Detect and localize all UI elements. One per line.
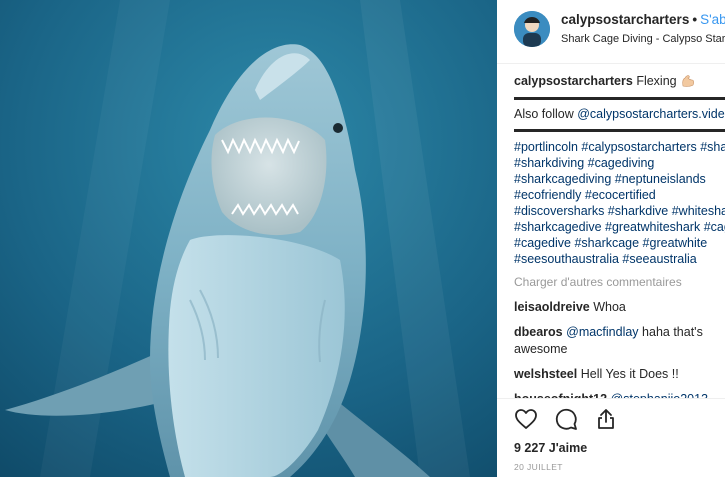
follow-button[interactable]: S'abonner (700, 12, 725, 27)
avatar[interactable] (514, 11, 550, 47)
post-panel: calypsostarcharters•S'abonner Shark Cage… (497, 0, 725, 477)
comment-text: Whoa (593, 300, 626, 314)
comment-item: leisaoldreive Whoa (514, 299, 719, 316)
post-header: calypsostarcharters•S'abonner Shark Cage… (497, 0, 725, 64)
divider-line (514, 129, 725, 132)
caption-username[interactable]: calypsostarcharters (514, 74, 633, 88)
comment-item: welshsteel Hell Yes it Does !! (514, 366, 719, 383)
also-follow-line: Also follow @calypsostarcharters.videos (514, 106, 725, 123)
comment-username[interactable]: leisaoldreive (514, 300, 590, 314)
hashtag-line[interactable]: #seesouthaustralia #seeaustralia (514, 251, 725, 267)
comment-username[interactable]: dbearos (514, 325, 563, 339)
divider-line (514, 97, 725, 100)
hashtag-line[interactable]: #sharkcagedive #greatwhiteshark #cage (514, 219, 725, 235)
hashtag-line[interactable]: #sharkcagediving #neptuneislands (514, 171, 725, 187)
hashtag-line[interactable]: #sharkdiving #cagediving (514, 155, 725, 171)
like-count[interactable]: 9 227 J'aime (514, 441, 587, 455)
post-author-username[interactable]: calypsostarcharters (561, 12, 689, 27)
also-follow-mention[interactable]: @calypsostarcharters.videos (577, 107, 725, 121)
comment-mention[interactable]: @macfindlay (566, 325, 638, 339)
comment-item: dbearos @macfindlay haha that's awesome (514, 324, 719, 358)
post-date[interactable]: 20 JUILLET (514, 462, 563, 472)
comments-section: calypsostarcharters Flexing Also follow … (514, 70, 725, 408)
comment-icon[interactable] (554, 407, 580, 433)
comment-username[interactable]: welshsteel (514, 367, 577, 381)
flexed-biceps-icon (681, 74, 695, 87)
comment-text: Hell Yes it Does !! (580, 367, 679, 381)
post-photo[interactable] (0, 0, 497, 477)
hashtag-line[interactable]: #portlincoln #calypsostarcharters #shark… (514, 139, 725, 155)
hashtag-block: #portlincoln #calypsostarcharters #shark… (514, 139, 725, 267)
post-location[interactable]: Shark Cage Diving - Calypso Star Charter… (561, 33, 725, 45)
header-separator: • (692, 12, 698, 27)
heart-icon[interactable] (514, 407, 540, 433)
hashtag-line[interactable]: #cagedive #sharkcage #greatwhite (514, 235, 725, 251)
also-follow-prefix: Also follow (514, 107, 574, 121)
caption: calypsostarcharters Flexing (514, 73, 725, 90)
caption-text: Flexing (636, 74, 677, 88)
post-header-line: calypsostarcharters•S'abonner (561, 12, 725, 27)
post-actions: 9 227 J'aime 20 JUILLET (497, 398, 725, 477)
hashtag-line[interactable]: #discoversharks #sharkdive #whiteshark (514, 203, 725, 219)
share-icon[interactable] (594, 407, 620, 433)
load-more-comments-button[interactable]: Charger d'autres commentaires (514, 274, 725, 291)
avatar-image (514, 11, 550, 47)
hashtag-line[interactable]: #ecofriendly #ecocertified (514, 187, 725, 203)
shark-image (0, 0, 497, 477)
